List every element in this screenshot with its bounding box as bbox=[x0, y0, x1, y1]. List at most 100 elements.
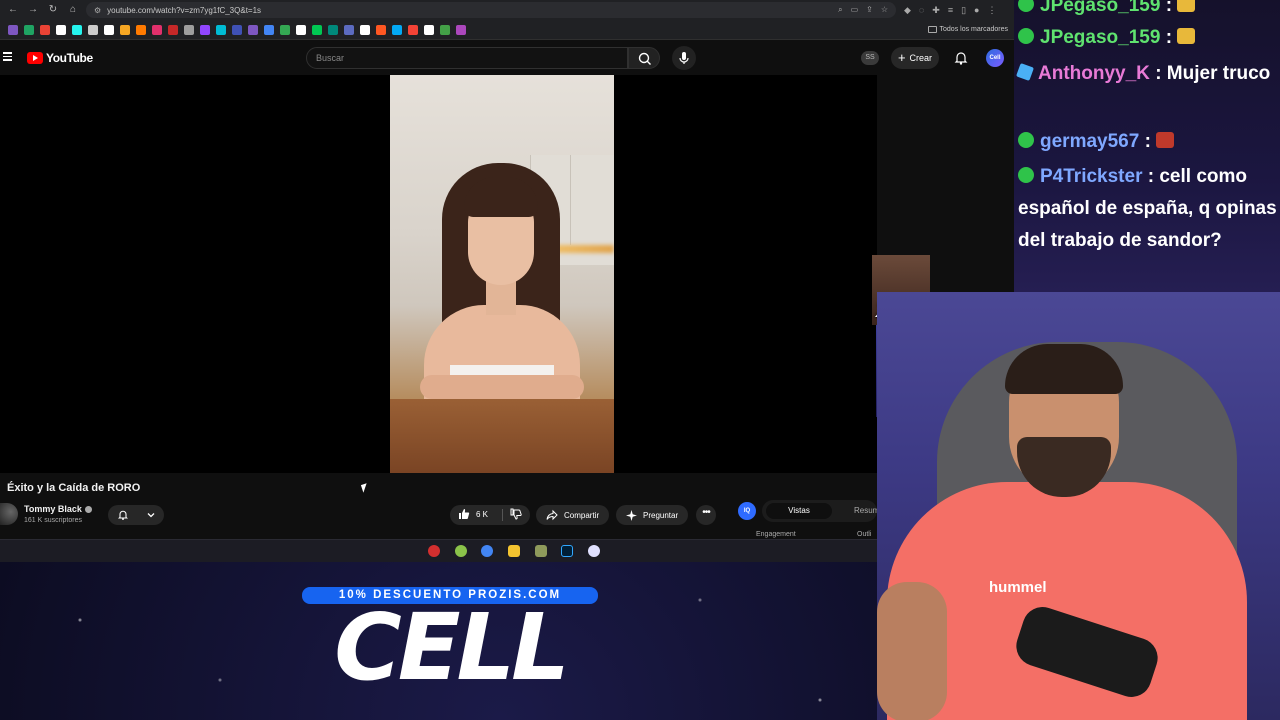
reload-icon[interactable]: ↻ bbox=[46, 3, 60, 17]
ss-chip[interactable]: SS bbox=[861, 51, 879, 65]
webcam-feed: hummel bbox=[877, 292, 1280, 720]
home-icon[interactable]: ⌂ bbox=[66, 3, 80, 17]
account-avatar[interactable]: Cell bbox=[986, 49, 1004, 67]
chat-badge-icon bbox=[1018, 0, 1034, 12]
bookmark-icon[interactable] bbox=[56, 24, 66, 35]
taskbar-app-icon[interactable] bbox=[428, 545, 440, 557]
bookmark-icon[interactable] bbox=[264, 24, 274, 35]
create-button[interactable]: + Crear bbox=[891, 47, 939, 69]
iq-extension-badge[interactable]: IQ bbox=[738, 502, 756, 520]
bookmark-icon[interactable] bbox=[456, 24, 466, 35]
bookmark-icon[interactable] bbox=[376, 24, 386, 35]
zoom-icon[interactable]: ⌕ bbox=[838, 5, 842, 15]
site-info-icon[interactable]: ⚙ bbox=[94, 6, 101, 15]
bookmark-icon[interactable] bbox=[360, 24, 370, 35]
all-bookmarks-folder[interactable]: Todos los marcadores bbox=[927, 26, 1008, 33]
chat-username: JPegaso_159 bbox=[1040, 0, 1161, 16]
bookmark-icon[interactable] bbox=[312, 24, 322, 35]
file-explorer-icon[interactable] bbox=[508, 545, 520, 557]
bookmark-icon[interactable] bbox=[152, 24, 162, 35]
share-page-icon[interactable]: ⇪ bbox=[866, 5, 873, 15]
chevron-down-icon bbox=[147, 513, 154, 518]
channel-name[interactable]: Tommy Black bbox=[24, 504, 92, 514]
back-icon[interactable]: ← bbox=[6, 3, 20, 17]
bookmark-icon[interactable] bbox=[8, 24, 18, 35]
search-icon bbox=[638, 52, 651, 65]
bookmark-icon[interactable] bbox=[440, 24, 450, 35]
bookmark-icon[interactable] bbox=[88, 24, 98, 35]
video-title: Éxito y la Caída de RORO bbox=[7, 482, 141, 494]
bookmark-icon[interactable] bbox=[328, 24, 338, 35]
dislike-button[interactable] bbox=[510, 508, 522, 522]
bookmark-icon[interactable] bbox=[392, 24, 402, 35]
woman-hands bbox=[420, 375, 584, 399]
bookmark-icon[interactable] bbox=[424, 24, 434, 35]
photoshop-icon[interactable] bbox=[561, 545, 573, 557]
tab-views[interactable]: Vistas bbox=[766, 503, 832, 519]
bookmark-icon[interactable] bbox=[40, 24, 50, 35]
bookmark-icon[interactable] bbox=[72, 24, 82, 35]
url-field[interactable]: ⚙ youtube.com/watch?v=zm7yg1fC_3Q&t=1s ⌕… bbox=[86, 2, 896, 18]
like-button[interactable]: 6 K bbox=[458, 508, 488, 520]
chrome-icon[interactable] bbox=[481, 545, 493, 557]
url-text: youtube.com/watch?v=zm7yg1fC_3Q&t=1s bbox=[107, 5, 262, 15]
profile-icon[interactable]: ● bbox=[974, 5, 979, 16]
bookmark-icon[interactable] bbox=[136, 24, 146, 35]
channel-name-text: Tommy Black bbox=[24, 504, 82, 514]
bookmark-star-icon[interactable]: ☆ bbox=[881, 5, 888, 15]
share-button[interactable]: Compartir bbox=[536, 505, 610, 525]
bookmark-icon[interactable] bbox=[168, 24, 178, 35]
video-info: Éxito y la Caída de RORO Tommy Black 161… bbox=[0, 473, 879, 539]
tab-summary[interactable]: Resum bbox=[854, 503, 879, 519]
youtube-logo-text: YouTube bbox=[46, 51, 93, 65]
extension-icon[interactable]: ◌ bbox=[919, 5, 924, 16]
youtube-logo[interactable]: YouTube bbox=[27, 51, 93, 65]
youtube-header: YouTube Buscar SS + Crear Cell bbox=[0, 41, 1014, 75]
more-actions-button[interactable]: ••• bbox=[696, 505, 716, 525]
stream-scene: ← → ↻ ⌂ ⚙ youtube.com/watch?v=zm7yg1fC_3… bbox=[0, 0, 1280, 720]
bookmark-icon[interactable] bbox=[232, 24, 242, 35]
taskbar-app-icon[interactable] bbox=[535, 545, 547, 557]
bookmark-icon[interactable] bbox=[200, 24, 210, 35]
like-dislike-group: 6 K bbox=[450, 505, 530, 525]
youtube-play-icon bbox=[27, 52, 43, 64]
bookmark-icon[interactable] bbox=[216, 24, 226, 35]
subscription-button[interactable] bbox=[108, 505, 164, 525]
search-input[interactable]: Buscar bbox=[306, 47, 628, 69]
mic-icon bbox=[679, 52, 689, 64]
taskbar-app-icon[interactable] bbox=[588, 545, 600, 557]
bookmark-icon[interactable] bbox=[248, 24, 258, 35]
bookmark-icon[interactable] bbox=[120, 24, 130, 35]
menu-icon[interactable] bbox=[3, 52, 12, 61]
voice-search-button[interactable] bbox=[672, 46, 696, 70]
channel-avatar[interactable] bbox=[0, 503, 18, 525]
chat-message: germay567 : bbox=[1018, 126, 1280, 158]
chat-username: JPegaso_159 bbox=[1040, 27, 1161, 48]
media-icon[interactable]: ≡ bbox=[948, 5, 953, 16]
video-player[interactable] bbox=[0, 75, 877, 473]
bookmark-icon[interactable] bbox=[184, 24, 194, 35]
extensions-puzzle-icon[interactable]: ✚ bbox=[932, 5, 940, 16]
wooden-table bbox=[390, 399, 614, 473]
kebab-menu-icon[interactable]: ⋮ bbox=[987, 5, 996, 16]
ask-button[interactable]: Preguntar bbox=[616, 505, 689, 525]
folder-icon bbox=[927, 26, 937, 33]
bookmark-icon[interactable] bbox=[296, 24, 306, 35]
install-icon[interactable]: ▭ bbox=[851, 5, 859, 15]
chat-separator: : bbox=[1155, 63, 1162, 84]
ask-label: Preguntar bbox=[643, 510, 679, 520]
forward-icon[interactable]: → bbox=[26, 3, 40, 17]
notifications-button[interactable] bbox=[953, 50, 969, 66]
bookmark-icon[interactable] bbox=[280, 24, 290, 35]
verified-icon bbox=[84, 505, 92, 513]
sidebar-icon[interactable]: ▯ bbox=[961, 5, 966, 16]
share-icon bbox=[546, 509, 558, 521]
bookmark-icon[interactable] bbox=[344, 24, 354, 35]
bookmark-icon[interactable] bbox=[24, 24, 34, 35]
bookmark-icon[interactable] bbox=[104, 24, 114, 35]
bookmark-icon[interactable] bbox=[408, 24, 418, 35]
search-button[interactable] bbox=[628, 47, 660, 69]
extension-icon[interactable]: ◆ bbox=[904, 5, 911, 16]
all-bookmarks-label: Todos los marcadores bbox=[939, 26, 1008, 33]
taskbar-app-icon[interactable] bbox=[455, 545, 467, 557]
